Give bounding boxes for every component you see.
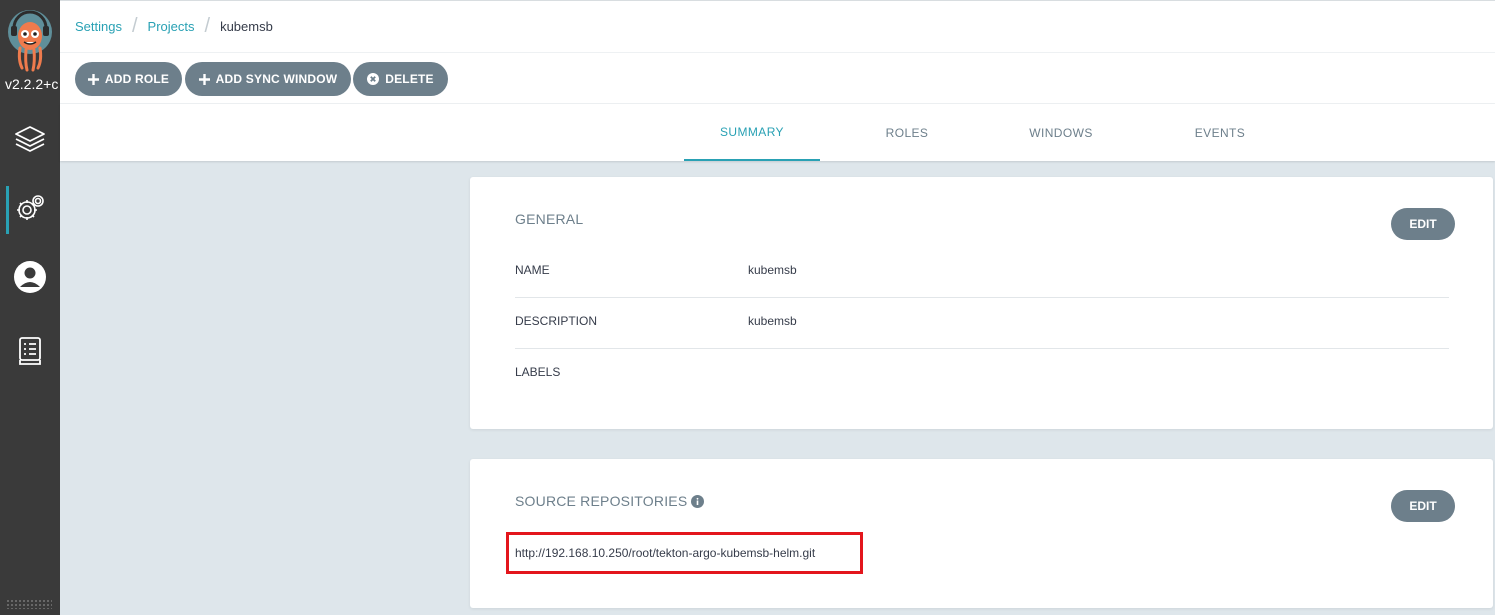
breadcrumb-current: kubemsb <box>220 19 273 34</box>
tab-windows[interactable]: WINDOWS <box>1006 104 1116 161</box>
breadcrumb-projects[interactable]: Projects <box>148 19 195 34</box>
breadcrumb-separator: / <box>131 15 138 37</box>
sidebar-pattern <box>6 599 52 609</box>
source-repositories-card: SOURCE REPOSITORIES EDIT http://192.168.… <box>470 459 1493 608</box>
sidebar-item-settings[interactable] <box>0 182 60 238</box>
gears-icon <box>13 191 47 230</box>
plus-icon <box>198 73 210 85</box>
times-circle-icon <box>367 73 380 85</box>
sidebar-item-documentation[interactable] <box>0 325 60 381</box>
layers-icon <box>13 122 47 161</box>
field-row-description: DESCRIPTION kubemsb <box>515 298 1449 349</box>
book-icon <box>17 336 43 371</box>
general-card: GENERAL EDIT NAME kubemsb DESCRIPTION ku… <box>470 177 1493 429</box>
field-label: LABELS <box>515 365 561 379</box>
source-repositories-title: SOURCE REPOSITORIES <box>515 493 688 509</box>
field-label: DESCRIPTION <box>515 314 598 328</box>
plus-icon <box>87 73 99 85</box>
source-repositories-header: SOURCE REPOSITORIES <box>515 493 705 509</box>
add-role-label: ADD ROLE <box>104 72 170 86</box>
field-value: kubemsb <box>748 263 797 277</box>
breadcrumb-separator: / <box>204 15 211 37</box>
sidebar: v2.2.2+c <box>0 0 60 615</box>
general-edit-button[interactable]: EDIT <box>1391 208 1455 240</box>
field-row-labels: LABELS <box>515 349 1449 400</box>
add-sync-window-button[interactable]: ADD SYNC WINDOW <box>185 62 351 96</box>
tab-roles[interactable]: ROLES <box>852 104 962 161</box>
source-repository-url[interactable]: http://192.168.10.250/root/tekton-argo-k… <box>515 546 815 560</box>
tabs-bar: SUMMARY ROLES WINDOWS EVENTS <box>60 104 1495 161</box>
action-bar: ADD ROLE ADD SYNC WINDOW DELETE <box>60 52 1495 104</box>
add-role-button[interactable]: ADD ROLE <box>75 62 182 96</box>
info-icon[interactable] <box>691 494 705 508</box>
breadcrumb: Settings / Projects / kubemsb <box>75 15 273 37</box>
general-title: GENERAL <box>515 211 584 227</box>
top-bar: Settings / Projects / kubemsb <box>60 0 1495 52</box>
source-repositories-edit-button[interactable]: EDIT <box>1391 490 1455 522</box>
delete-button[interactable]: DELETE <box>353 62 448 96</box>
add-sync-window-label: ADD SYNC WINDOW <box>215 72 338 86</box>
user-circle-icon <box>13 260 47 299</box>
tab-events[interactable]: EVENTS <box>1165 104 1275 161</box>
field-value: kubemsb <box>748 314 797 328</box>
sidebar-item-user-info[interactable] <box>0 251 60 307</box>
sidebar-item-applications[interactable] <box>0 113 60 169</box>
tab-summary[interactable]: SUMMARY <box>684 104 820 161</box>
field-label: NAME <box>515 263 550 277</box>
field-row-name: NAME kubemsb <box>515 247 1449 298</box>
version-label: v2.2.2+c <box>5 76 59 92</box>
delete-label: DELETE <box>385 72 434 86</box>
breadcrumb-settings[interactable]: Settings <box>75 19 122 34</box>
argo-logo[interactable] <box>6 8 54 72</box>
